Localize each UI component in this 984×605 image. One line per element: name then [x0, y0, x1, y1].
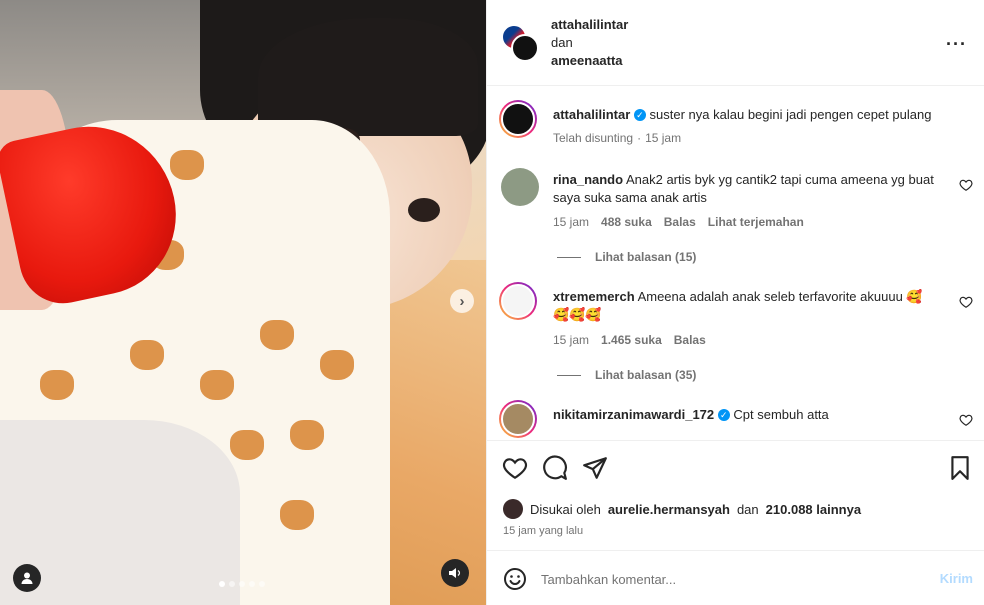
shirt-pattern: [280, 500, 314, 530]
carousel-next-button[interactable]: ›: [450, 289, 474, 313]
carousel-dot: [229, 581, 235, 587]
likes-summary: Disukai oleh aurelie.hermansyah dan 210.…: [503, 499, 861, 519]
shirt-pattern: [170, 150, 204, 180]
likes-user[interactable]: aurelie.hermansyah: [608, 502, 730, 517]
shirt-pattern: [260, 320, 294, 350]
view-replies-label: Lihat balasan (35): [595, 368, 697, 382]
comment-username[interactable]: rina_nando: [553, 172, 623, 187]
comment-input[interactable]: [541, 567, 911, 591]
more-options-button[interactable]: ···: [946, 34, 967, 55]
comment: rina_nando Anak2 artis byk yg cantik2 ta…: [553, 171, 948, 207]
speaker-icon: [449, 568, 461, 578]
user-icon: [21, 572, 33, 584]
comment-text: Ameena adalah anak seleb terfavorite aku…: [637, 289, 923, 304]
post-media[interactable]: ›: [0, 0, 486, 605]
shirt-pattern: [230, 430, 264, 460]
avatar: [511, 34, 539, 62]
edited-label: Telah disunting: [553, 131, 634, 145]
verified-icon: ✓: [633, 109, 646, 121]
comment: nikitamirzanimawardi_172 ✓ Cpt sembuh at…: [553, 406, 948, 424]
divider: [557, 256, 581, 258]
comment-likes[interactable]: 1.465 suka: [601, 333, 662, 347]
photo-bangs: [258, 18, 478, 136]
carousel-dot: [219, 581, 225, 587]
caption-meta: Telah disunting · 15 jam: [553, 131, 681, 145]
avatar: [501, 102, 535, 136]
emoji-icon[interactable]: [503, 567, 527, 591]
more-horizontal-icon: ···: [946, 34, 967, 54]
comment-meta: 15 jam 1.465 suka Balas: [553, 333, 706, 347]
avatar: [501, 284, 535, 318]
comment-username[interactable]: nikitamirzanimawardi_172: [553, 407, 714, 422]
add-comment-bar: Kirim: [487, 550, 984, 605]
carousel-indicator: [219, 581, 265, 587]
heart-icon[interactable]: [959, 178, 973, 192]
author-avatars[interactable]: [501, 24, 541, 64]
shirt-pattern: [40, 370, 74, 400]
post-actions: Disukai oleh aurelie.hermansyah dan 210.…: [487, 440, 984, 550]
coauthor-username[interactable]: ameenaatta: [551, 53, 623, 68]
comment: xtrememerch Ameena adalah anak seleb ter…: [553, 288, 948, 324]
shirt-pattern: [200, 370, 234, 400]
post-timestamp[interactable]: 15 jam yang lalu: [503, 525, 583, 537]
comment-time[interactable]: 15 jam: [553, 215, 589, 229]
reply-button[interactable]: Balas: [664, 215, 696, 229]
view-replies-label: Lihat balasan (15): [595, 250, 697, 264]
like-heart-icon[interactable]: [502, 455, 528, 481]
carousel-dot: [259, 581, 265, 587]
divider: [557, 374, 581, 376]
comment-avatar[interactable]: [501, 168, 539, 206]
comment-emoji: 🥰🥰🥰: [553, 307, 602, 322]
photo-eye: [408, 198, 440, 222]
comments-list[interactable]: attahalilintar ✓ suster nya kalau begini…: [487, 86, 984, 440]
avatar: [501, 402, 535, 436]
post-comment-button[interactable]: Kirim: [940, 571, 973, 586]
likes-count[interactable]: 210.088 lainnya: [766, 502, 861, 517]
comment-avatar[interactable]: [499, 282, 537, 320]
verified-icon: ✓: [717, 409, 730, 421]
comment-bubble-icon[interactable]: [542, 455, 568, 481]
shirt-pattern: [290, 420, 324, 450]
post-header: attahalilintar dan ameenaatta ···: [487, 0, 984, 86]
tagged-users-button[interactable]: [13, 564, 41, 592]
reply-button[interactable]: Balas: [674, 333, 706, 347]
comment-time[interactable]: 15 jam: [553, 333, 589, 347]
caption-text: suster nya kalau begini jadi pengen cepe…: [649, 107, 932, 122]
caption-username[interactable]: attahalilintar: [553, 107, 630, 122]
comment-meta: 15 jam 488 suka Balas Lihat terjemahan: [553, 215, 804, 229]
caption-avatar[interactable]: [499, 100, 537, 138]
meta-separator: ·: [637, 131, 642, 145]
comment-avatar[interactable]: [499, 400, 537, 438]
comment-likes[interactable]: 488 suka: [601, 215, 652, 229]
heart-icon[interactable]: [959, 295, 973, 309]
share-send-icon[interactable]: [582, 455, 608, 481]
translate-button[interactable]: Lihat terjemahan: [708, 215, 804, 229]
heart-icon[interactable]: [959, 413, 973, 427]
caption-time[interactable]: 15 jam: [645, 131, 681, 145]
carousel-dot: [249, 581, 255, 587]
shirt-pattern: [320, 350, 354, 380]
view-replies-button[interactable]: Lihat balasan (15): [557, 250, 696, 264]
post-detail-panel: attahalilintar dan ameenaatta ··· attaha…: [486, 0, 984, 605]
comment-text: Cpt sembuh atta: [733, 407, 829, 422]
carousel-dot: [239, 581, 245, 587]
shirt-pattern: [130, 340, 164, 370]
audio-toggle-button[interactable]: [441, 559, 469, 587]
view-replies-button[interactable]: Lihat balasan (35): [557, 368, 696, 382]
likes-prefix: Disukai oleh: [530, 501, 601, 517]
comment-username[interactable]: xtrememerch: [553, 289, 635, 304]
author-joiner: dan: [551, 35, 573, 50]
bookmark-icon[interactable]: [947, 455, 973, 481]
author-username[interactable]: attahalilintar: [551, 17, 628, 32]
chevron-right-icon: ›: [459, 292, 465, 310]
caption: attahalilintar ✓ suster nya kalau begini…: [553, 106, 948, 124]
likes-joiner: dan: [736, 501, 759, 517]
avatar: [503, 499, 523, 519]
